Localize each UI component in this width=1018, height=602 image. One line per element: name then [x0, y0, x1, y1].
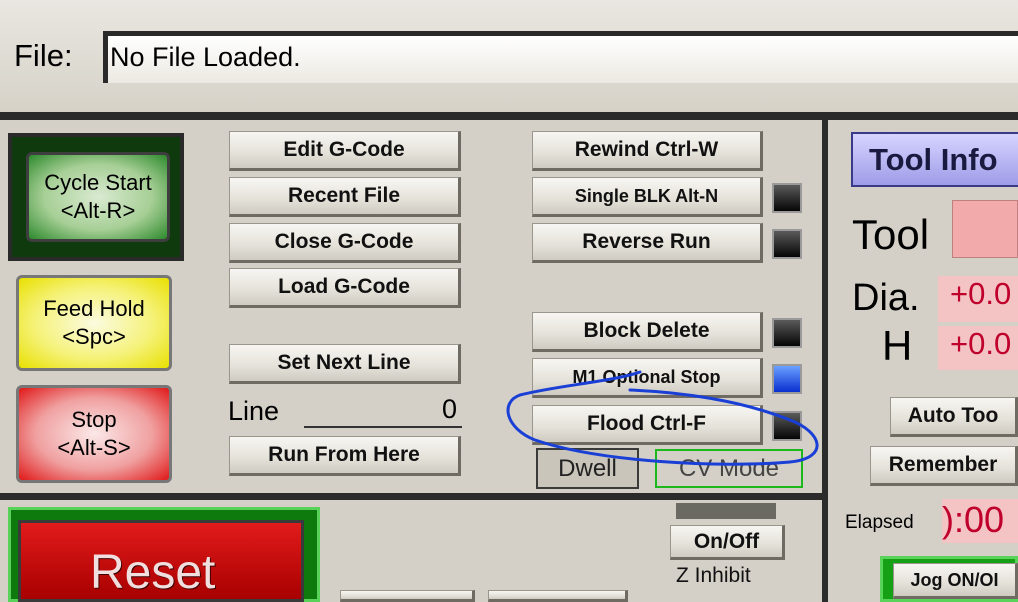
- dwell-indicator: Dwell: [536, 448, 639, 489]
- cycle-start-label: Cycle Start: [44, 170, 152, 195]
- flood-button[interactable]: Flood Ctrl-F: [532, 405, 763, 445]
- tool-number-field[interactable]: [952, 200, 1018, 258]
- tool-info-header: Tool Info: [851, 132, 1018, 187]
- block-delete-led: [772, 318, 802, 348]
- cycle-start-button[interactable]: Cycle Start <Alt-R>: [26, 152, 170, 242]
- rewind-button[interactable]: Rewind Ctrl-W: [532, 131, 763, 171]
- reverse-run-led: [772, 229, 802, 259]
- set-next-line-button[interactable]: Set Next Line: [229, 344, 461, 384]
- single-block-button[interactable]: Single BLK Alt-N: [532, 177, 763, 217]
- single-block-led: [772, 183, 802, 213]
- partial-button[interactable]: [340, 590, 475, 602]
- z-inhibit-bar: [676, 503, 776, 519]
- divider: [0, 493, 822, 500]
- recent-file-button[interactable]: Recent File: [229, 177, 461, 217]
- close-gcode-button[interactable]: Close G-Code: [229, 223, 461, 263]
- elapsed-label: Elapsed: [845, 512, 914, 533]
- height-label: H: [882, 322, 913, 369]
- divider: [0, 112, 1018, 120]
- stop-button[interactable]: Stop <Alt-S>: [16, 385, 172, 483]
- elapsed-value: ):00: [942, 499, 1018, 543]
- stop-shortcut: <Alt-S>: [57, 435, 131, 460]
- remember-button[interactable]: Remember: [870, 446, 1018, 486]
- z-inhibit-label: Z Inhibit: [676, 564, 751, 587]
- diameter-label: Dia.: [852, 277, 920, 319]
- block-delete-button[interactable]: Block Delete: [532, 312, 763, 352]
- feed-hold-shortcut: <Spc>: [62, 324, 126, 349]
- on-off-button[interactable]: On/Off: [670, 525, 785, 560]
- stop-label: Stop: [71, 407, 117, 432]
- load-gcode-button[interactable]: Load G-Code: [229, 268, 461, 308]
- feed-hold-label: Feed Hold: [43, 296, 145, 321]
- run-from-here-button[interactable]: Run From Here: [229, 436, 461, 476]
- tool-label: Tool: [852, 211, 930, 258]
- m1-optional-stop-led: [772, 364, 802, 394]
- auto-tool-zero-button[interactable]: Auto Too: [890, 397, 1018, 437]
- cv-mode-indicator: CV Mode: [655, 449, 803, 488]
- file-label: File:: [14, 38, 73, 73]
- partial-button[interactable]: [488, 590, 628, 602]
- line-field[interactable]: [304, 400, 462, 428]
- flood-led: [772, 411, 802, 441]
- line-value: 0: [442, 394, 458, 424]
- cycle-start-shortcut: <Alt-R>: [60, 198, 136, 223]
- height-value[interactable]: +0.0: [938, 326, 1018, 370]
- reset-label: Reset: [90, 546, 216, 599]
- feed-hold-button[interactable]: Feed Hold <Spc>: [16, 275, 172, 371]
- m1-optional-stop-button[interactable]: M1 Optional Stop: [532, 358, 763, 398]
- file-name-text: No File Loaded.: [110, 42, 301, 72]
- jog-on-off-button[interactable]: Jog ON/OI: [893, 563, 1018, 599]
- edit-gcode-button[interactable]: Edit G-Code: [229, 131, 461, 171]
- reverse-run-button[interactable]: Reverse Run: [532, 223, 763, 263]
- diameter-value[interactable]: +0.0: [938, 276, 1018, 322]
- line-label: Line: [228, 396, 280, 426]
